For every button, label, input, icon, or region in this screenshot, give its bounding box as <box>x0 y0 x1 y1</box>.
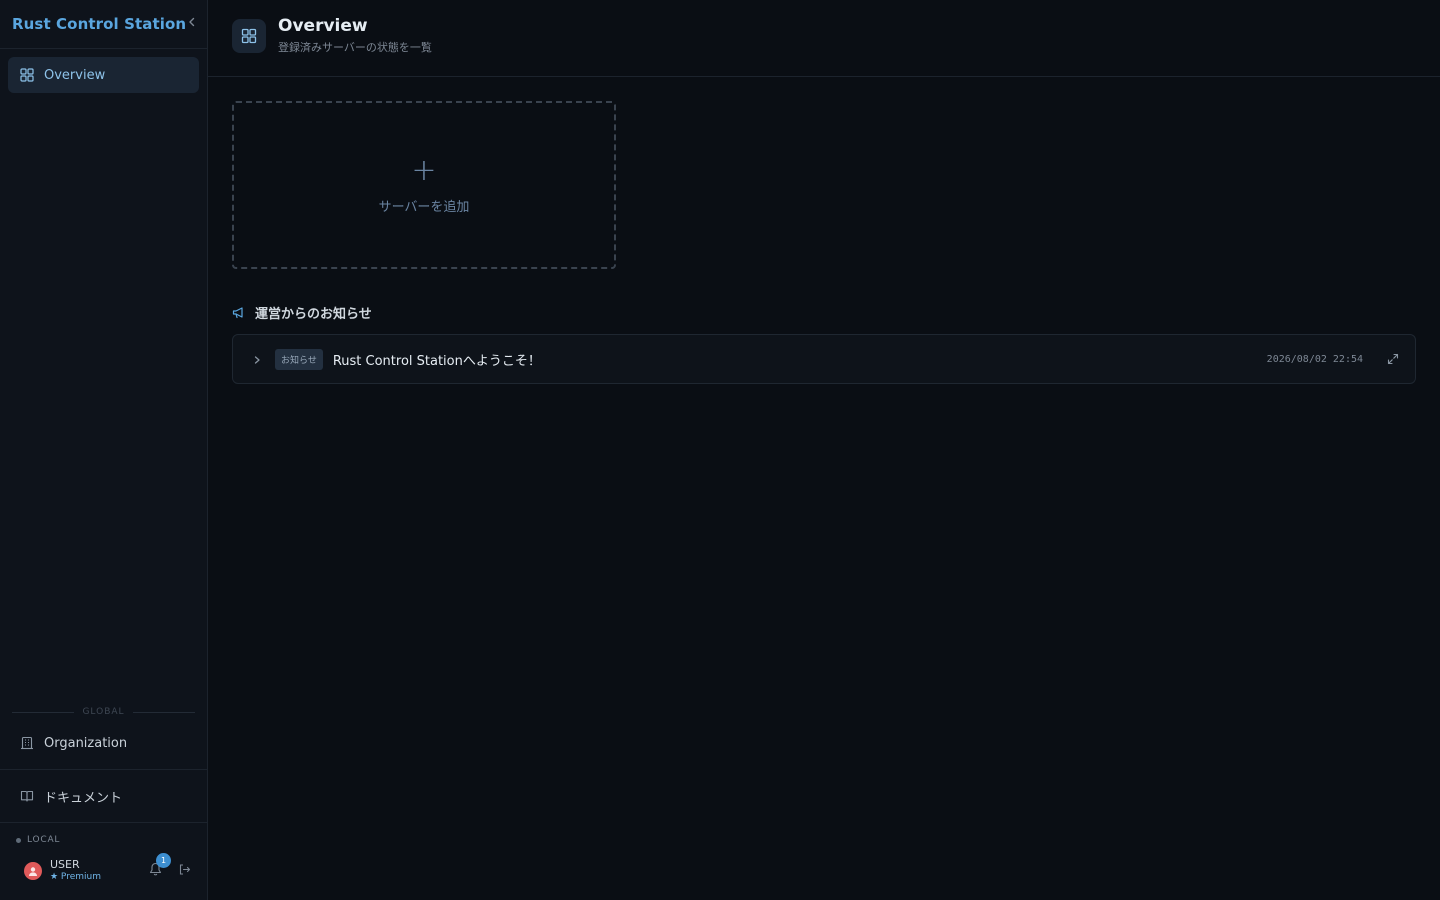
sidebar-item-label: Overview <box>44 67 106 83</box>
divider-line <box>12 711 75 713</box>
avatar[interactable] <box>24 861 42 880</box>
sidebar-header: Rust Control Station <box>0 0 207 49</box>
main-content: Overview 登録済みサーバーの状態を一覧 + サーバーを追加 運営からのお… <box>208 0 1440 900</box>
plus-icon: + <box>411 152 437 188</box>
sidebar-item-overview[interactable]: Overview <box>8 57 199 93</box>
open-announcement-button[interactable] <box>1387 350 1399 369</box>
sidebar-item-organization[interactable]: Organization <box>8 725 199 761</box>
grid-icon <box>20 68 34 82</box>
page-subtitle: 登録済みサーバーの状態を一覧 <box>278 40 432 54</box>
expand-icon <box>1387 353 1399 364</box>
chevron-right-icon <box>254 355 260 364</box>
page-header: Overview 登録済みサーバーの状態を一覧 <box>208 0 1440 77</box>
grid-icon <box>241 28 257 44</box>
notifications-button[interactable]: 1 <box>149 853 171 880</box>
expand-toggle[interactable] <box>249 350 265 369</box>
add-server-card[interactable]: + サーバーを追加 <box>232 101 616 269</box>
announcement-date: 2026/08/02 22:54 <box>1266 353 1363 365</box>
user-profile: USER ★ Premium 1 <box>0 853 207 900</box>
sidebar: Rust Control Station Overview GLOBAL Org… <box>0 0 208 900</box>
chevron-left-icon <box>189 17 195 27</box>
add-server-label: サーバーを追加 <box>378 199 470 215</box>
app-title: Rust Control Station <box>12 15 187 33</box>
announcements-title: 運営からのお知らせ <box>255 307 372 322</box>
app-root: Rust Control Station Overview GLOBAL Org… <box>0 0 1440 900</box>
megaphone-icon <box>232 307 243 319</box>
user-section: LOCAL USER ★ Premium 1 <box>0 822 207 900</box>
user-info: USER ★ Premium <box>50 858 101 882</box>
announcement-badge: お知らせ <box>275 348 323 370</box>
page-body: + サーバーを追加 運営からのお知らせ お知らせ Rust Control St… <box>208 77 1440 408</box>
user-actions: 1 <box>149 853 191 880</box>
user-name: USER <box>50 858 80 872</box>
user-plan-badge: ★ Premium <box>50 871 101 882</box>
building-icon <box>21 736 33 750</box>
page-icon <box>232 19 266 53</box>
user-avatar-icon <box>29 866 37 876</box>
book-icon <box>20 790 34 802</box>
docs-nav: ドキュメント <box>0 769 207 822</box>
global-nav: Organization <box>0 725 207 769</box>
collapse-sidebar-button[interactable] <box>186 16 198 32</box>
sidebar-item-docs[interactable]: ドキュメント <box>8 778 199 814</box>
global-section-divider: GLOBAL <box>0 707 207 717</box>
page-heading: Overview 登録済みサーバーの状態を一覧 <box>278 16 432 55</box>
logout-button[interactable] <box>178 861 191 880</box>
page-title: Overview <box>278 15 368 36</box>
environment-label: LOCAL <box>27 835 61 846</box>
announcements-heading: 運営からのお知らせ <box>232 303 1416 322</box>
logout-icon <box>179 864 191 875</box>
status-dot <box>16 837 21 843</box>
notification-count-badge: 1 <box>156 853 171 868</box>
announcements-section: 運営からのお知らせ お知らせ Rust Control Stationへようこそ… <box>232 303 1416 384</box>
global-section-label: GLOBAL <box>82 707 125 718</box>
sidebar-nav: Overview <box>0 49 207 101</box>
environment-indicator: LOCAL <box>0 823 207 853</box>
sidebar-item-label: Organization <box>44 735 128 751</box>
announcement-title: Rust Control Stationへようこそ！ <box>332 353 541 369</box>
divider-line <box>132 711 196 713</box>
sidebar-item-label: ドキュメント <box>44 790 123 806</box>
announcement-item[interactable]: お知らせ Rust Control Stationへようこそ！ 2026/08/… <box>232 334 1416 384</box>
